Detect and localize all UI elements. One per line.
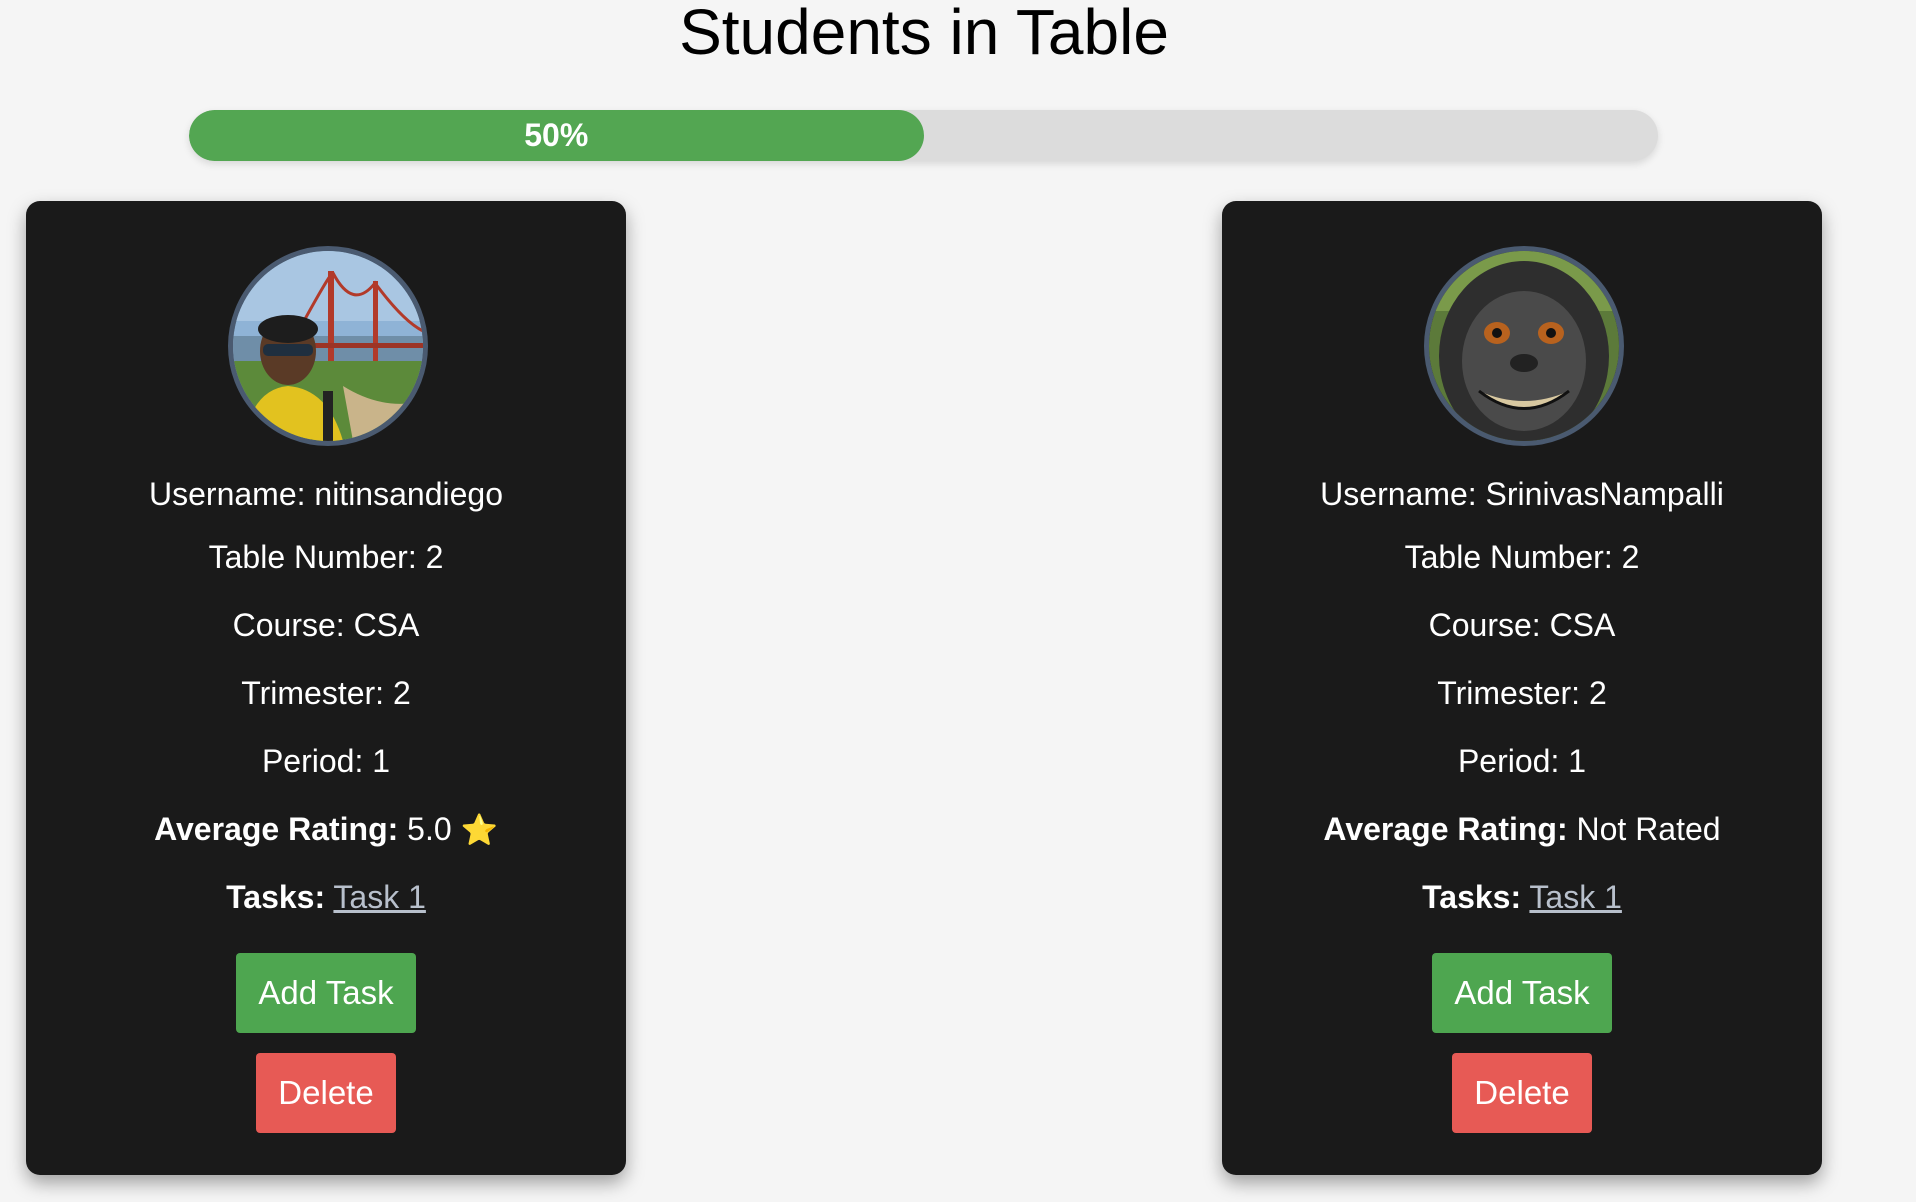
add-task-button[interactable]: Add Task bbox=[236, 953, 416, 1033]
rating-label: Average Rating: bbox=[1323, 811, 1568, 847]
student-avatar bbox=[1424, 246, 1624, 446]
period-value: 1 bbox=[372, 743, 391, 779]
trimester-label: Trimester: bbox=[241, 675, 393, 711]
course-value: CSA bbox=[1549, 607, 1616, 643]
username-label: Username: bbox=[1320, 476, 1486, 512]
period-label: Period: bbox=[1457, 743, 1569, 779]
table-number-value: 2 bbox=[425, 539, 444, 575]
rating-value: 5.0 bbox=[407, 811, 452, 847]
rating-label: Average Rating: bbox=[154, 811, 399, 847]
student-avatar bbox=[228, 246, 428, 446]
rating-line: Average Rating: 5.0 ⭐ bbox=[26, 811, 626, 849]
student-card: Username: SrinivasNampalli Table Number:… bbox=[1222, 201, 1822, 1175]
trimester-value: 2 bbox=[1588, 675, 1607, 711]
trimester-value: 2 bbox=[392, 675, 411, 711]
table-number-label: Table Number: bbox=[208, 539, 426, 575]
tasks-label: Tasks: bbox=[1422, 879, 1522, 915]
username-value: SrinivasNampalli bbox=[1485, 476, 1724, 512]
period-line: Period: 1 bbox=[26, 743, 626, 779]
table-number-label: Table Number: bbox=[1404, 539, 1622, 575]
trimester-line: Trimester: 2 bbox=[26, 675, 626, 711]
tasks-line: Tasks: Task 1 bbox=[1222, 879, 1822, 915]
delete-button[interactable]: Delete bbox=[1452, 1053, 1592, 1133]
table-number-line: Table Number: 2 bbox=[1222, 539, 1822, 575]
period-value: 1 bbox=[1568, 743, 1587, 779]
period-label: Period: bbox=[261, 743, 373, 779]
progress-bar: 50% bbox=[189, 110, 1658, 161]
username-label: Username: bbox=[149, 476, 315, 512]
course-line: Course: CSA bbox=[1222, 607, 1822, 643]
student-card: Username: nitinsandiego Table Number: 2 … bbox=[26, 201, 626, 1175]
rating-line: Average Rating: Not Rated bbox=[1222, 811, 1822, 847]
student-photo-monkey-icon bbox=[1429, 251, 1619, 441]
task-link[interactable]: Task 1 bbox=[333, 879, 425, 915]
page: Students in Table 50% Username: nitinsan… bbox=[0, 0, 1916, 1202]
add-task-button[interactable]: Add Task bbox=[1432, 953, 1612, 1033]
tasks-line: Tasks: Task 1 bbox=[26, 879, 626, 915]
course-value: CSA bbox=[353, 607, 420, 643]
page-title: Students in Table bbox=[679, 0, 1169, 68]
progress-label: 50% bbox=[524, 117, 589, 153]
username-line: Username: nitinsandiego bbox=[26, 476, 626, 512]
course-line: Course: CSA bbox=[26, 607, 626, 643]
delete-button[interactable]: Delete bbox=[256, 1053, 396, 1133]
trimester-line: Trimester: 2 bbox=[1222, 675, 1822, 711]
period-line: Period: 1 bbox=[1222, 743, 1822, 779]
username-line: Username: SrinivasNampalli bbox=[1222, 476, 1822, 512]
tasks-label: Tasks: bbox=[226, 879, 326, 915]
table-number-value: 2 bbox=[1621, 539, 1640, 575]
rating-value: Not Rated bbox=[1576, 811, 1721, 847]
trimester-label: Trimester: bbox=[1437, 675, 1589, 711]
course-label: Course: bbox=[232, 607, 354, 643]
task-link[interactable]: Task 1 bbox=[1529, 879, 1621, 915]
course-label: Course: bbox=[1428, 607, 1550, 643]
star-icon: ⭐ bbox=[460, 814, 498, 847]
table-number-line: Table Number: 2 bbox=[26, 539, 626, 575]
student-photo-golden-gate-icon bbox=[233, 251, 423, 441]
progress-fill: 50% bbox=[189, 110, 924, 161]
username-value: nitinsandiego bbox=[314, 476, 503, 512]
